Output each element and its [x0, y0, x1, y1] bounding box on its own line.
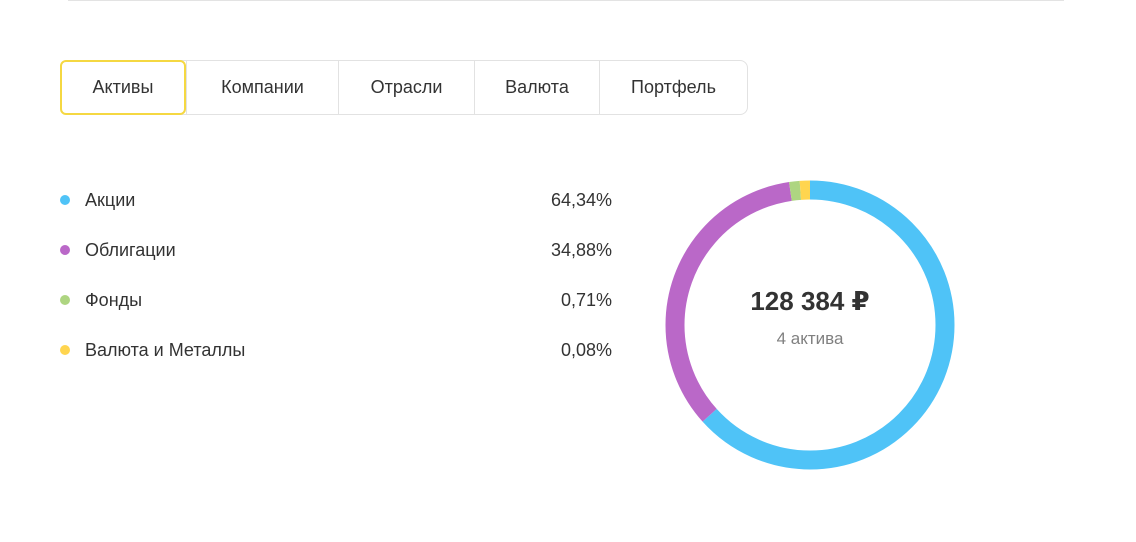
- tab-currency[interactable]: Валюта: [474, 61, 599, 114]
- legend-label: Облигации: [85, 239, 176, 260]
- legend-label: Валюта и Металлы: [85, 339, 246, 360]
- legend-dot-funds: [60, 295, 70, 305]
- allocation-legend: Акции 64,34% Облигации 34,88% Фонды 0,71…: [60, 175, 612, 375]
- legend-dot-bonds: [60, 245, 70, 255]
- legend-dot-stocks: [60, 195, 70, 205]
- legend-item-stocks: Акции 64,34%: [60, 175, 612, 225]
- tab-assets[interactable]: Активы: [60, 60, 186, 115]
- legend-value: 0,08%: [560, 339, 612, 360]
- legend-item-currency-metals: Валюта и Металлы 0,08%: [60, 325, 612, 375]
- legend-label: Акции: [85, 189, 136, 210]
- portfolio-page: Активы Компании Отрасли Валюта Портфель …: [0, 0, 1136, 542]
- tab-companies[interactable]: Компании: [186, 61, 338, 114]
- legend-value: 34,88%: [550, 239, 612, 260]
- category-tabs: Активы Компании Отрасли Валюта Портфель: [60, 60, 748, 115]
- legend-value: 64,34%: [550, 189, 612, 210]
- tab-portfolio[interactable]: Портфель: [599, 61, 747, 114]
- legend-item-funds: Фонды 0,71%: [60, 275, 612, 325]
- allocation-donut-chart: [665, 180, 955, 470]
- legend-value: 0,71%: [560, 289, 612, 310]
- legend-dot-currency-metals: [60, 345, 70, 355]
- top-divider: [68, 0, 1064, 1]
- legend-item-bonds: Облигации 34,88%: [60, 225, 612, 275]
- tab-industries[interactable]: Отрасли: [338, 61, 474, 114]
- legend-label: Фонды: [85, 289, 143, 310]
